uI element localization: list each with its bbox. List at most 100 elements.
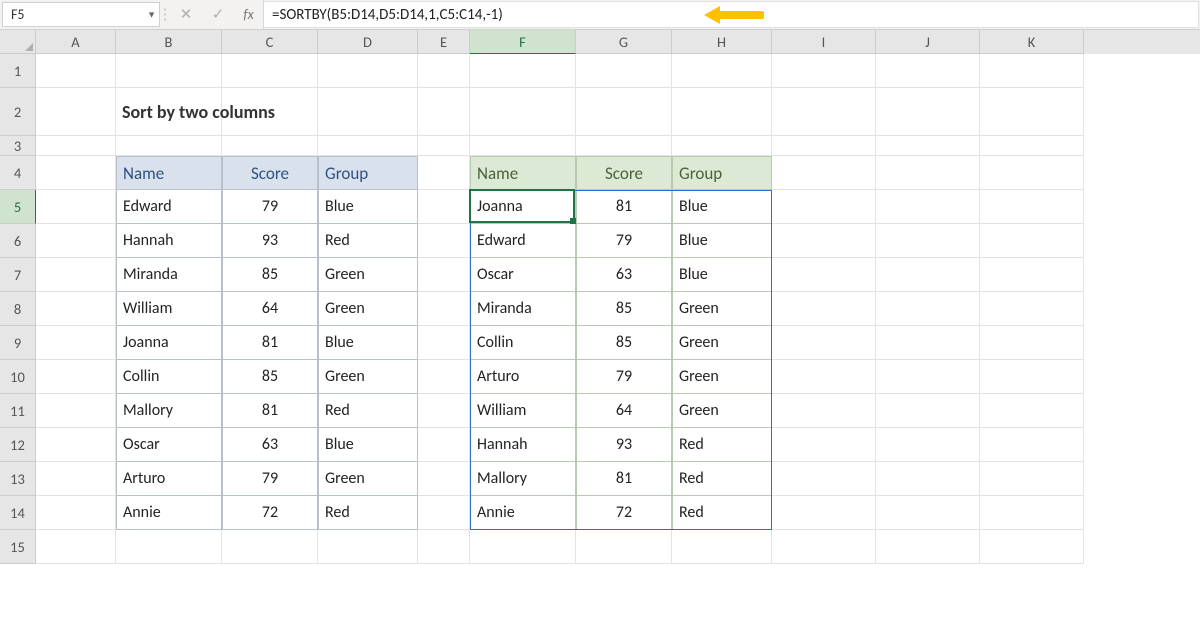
cell-K12[interactable] [980,428,1084,462]
cell-C10[interactable]: 85 [222,360,318,394]
cell-C5[interactable]: 79 [222,190,318,224]
cell-E5[interactable] [418,190,470,224]
cell-G3[interactable] [576,136,672,156]
row-header-3[interactable]: 3 [0,136,36,156]
cell-H11[interactable]: Green [672,394,772,428]
column-header-E[interactable]: E [418,30,470,54]
cell-K4[interactable] [980,156,1084,190]
select-all-corner[interactable] [0,30,36,54]
cell-A4[interactable] [36,156,116,190]
cell-G2[interactable] [576,88,672,136]
cell-C11[interactable]: 81 [222,394,318,428]
column-header-C[interactable]: C [222,30,318,54]
cell-D6[interactable]: Red [318,224,418,258]
cell-B6[interactable]: Hannah [116,224,222,258]
cell-A8[interactable] [36,292,116,326]
row-header-4[interactable]: 4 [0,156,36,190]
cell-K1[interactable] [980,54,1084,88]
cell-A15[interactable] [36,530,116,564]
row-header-5[interactable]: 5 [0,190,36,224]
cell-G8[interactable]: 85 [576,292,672,326]
cell-K11[interactable] [980,394,1084,428]
column-header-B[interactable]: B [116,30,222,54]
cell-J9[interactable] [876,326,980,360]
fx-icon[interactable]: fx [234,0,264,29]
cell-A14[interactable] [36,496,116,530]
cell-B3[interactable] [116,136,222,156]
cell-I1[interactable] [772,54,876,88]
cell-J8[interactable] [876,292,980,326]
cell-E12[interactable] [418,428,470,462]
cell-H6[interactable]: Blue [672,224,772,258]
cancel-icon[interactable]: ✕ [170,0,202,29]
cell-A10[interactable] [36,360,116,394]
cell-C4[interactable]: Score [222,156,318,190]
cell-F6[interactable]: Edward [470,224,576,258]
cell-D15[interactable] [318,530,418,564]
cell-F8[interactable]: Miranda [470,292,576,326]
cell-I10[interactable] [772,360,876,394]
cell-I7[interactable] [772,258,876,292]
cell-B8[interactable]: William [116,292,222,326]
row-header-1[interactable]: 1 [0,54,36,88]
cell-F4[interactable]: Name [470,156,576,190]
column-header-J[interactable]: J [876,30,980,54]
column-header-I[interactable]: I [772,30,876,54]
cell-J14[interactable] [876,496,980,530]
cell-F1[interactable] [470,54,576,88]
cell-H5[interactable]: Blue [672,190,772,224]
cell-F12[interactable]: Hannah [470,428,576,462]
cell-I14[interactable] [772,496,876,530]
cell-A2[interactable] [36,88,116,136]
cell-A9[interactable] [36,326,116,360]
cell-K13[interactable] [980,462,1084,496]
row-header-12[interactable]: 12 [0,428,36,462]
cell-D8[interactable]: Green [318,292,418,326]
cell-B7[interactable]: Miranda [116,258,222,292]
cell-C1[interactable] [222,54,318,88]
cell-J5[interactable] [876,190,980,224]
cell-H15[interactable] [672,530,772,564]
cell-E1[interactable] [418,54,470,88]
cell-D13[interactable]: Green [318,462,418,496]
cell-F14[interactable]: Annie [470,496,576,530]
cell-H8[interactable]: Green [672,292,772,326]
cell-K8[interactable] [980,292,1084,326]
cell-K5[interactable] [980,190,1084,224]
cell-G9[interactable]: 85 [576,326,672,360]
cell-B4[interactable]: Name [116,156,222,190]
cell-A11[interactable] [36,394,116,428]
cell-H12[interactable]: Red [672,428,772,462]
cell-F5[interactable]: Joanna [470,190,576,224]
cell-E13[interactable] [418,462,470,496]
cell-grid[interactable]: Sort by two columnsNameScoreGroupEdward7… [36,54,1200,630]
cell-F9[interactable]: Collin [470,326,576,360]
cell-C12[interactable]: 63 [222,428,318,462]
cell-D11[interactable]: Red [318,394,418,428]
cell-E3[interactable] [418,136,470,156]
cell-B15[interactable] [116,530,222,564]
cell-I5[interactable] [772,190,876,224]
cell-J15[interactable] [876,530,980,564]
cell-E7[interactable] [418,258,470,292]
cell-D12[interactable]: Blue [318,428,418,462]
cell-D9[interactable]: Blue [318,326,418,360]
cell-C7[interactable]: 85 [222,258,318,292]
cell-D14[interactable]: Red [318,496,418,530]
cell-F3[interactable] [470,136,576,156]
cell-B5[interactable]: Edward [116,190,222,224]
column-header-D[interactable]: D [318,30,418,54]
cell-C8[interactable]: 64 [222,292,318,326]
cell-I3[interactable] [772,136,876,156]
cell-J4[interactable] [876,156,980,190]
row-header-2[interactable]: 2 [0,88,36,136]
cell-D1[interactable] [318,54,418,88]
cell-A12[interactable] [36,428,116,462]
cell-J12[interactable] [876,428,980,462]
cell-H7[interactable]: Blue [672,258,772,292]
cell-C15[interactable] [222,530,318,564]
cell-I9[interactable] [772,326,876,360]
cell-F2[interactable] [470,88,576,136]
cell-J13[interactable] [876,462,980,496]
cell-B9[interactable]: Joanna [116,326,222,360]
